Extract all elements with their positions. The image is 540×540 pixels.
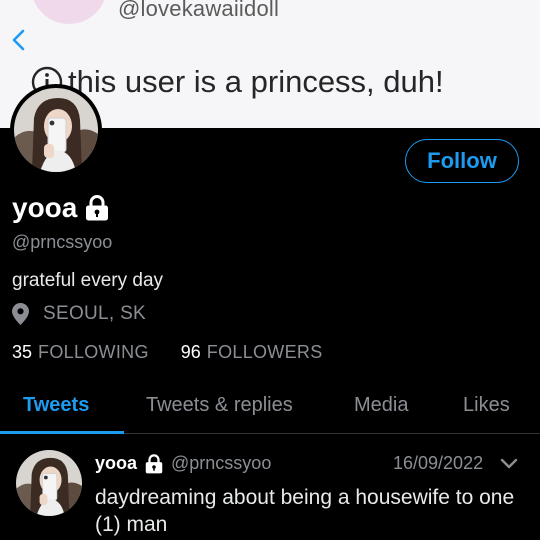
banner-bio: this user is a princess, duh! (30, 64, 444, 100)
profile-bio: grateful every day (12, 270, 164, 291)
tweet-date: 16/09/2022 (393, 453, 484, 473)
following-stat[interactable]: 35 FOLLOWING (12, 342, 149, 363)
banner-bio-text: this user is a princess, duh! (68, 64, 444, 99)
back-arrow-icon[interactable] (8, 28, 32, 52)
tweet-text: daydreaming about being a housewife to o… (95, 486, 515, 536)
following-count: 35 (12, 342, 33, 362)
active-tab-indicator (0, 431, 124, 434)
lock-icon (145, 453, 163, 473)
profile-name-row: yooa (12, 192, 109, 224)
following-label: FOLLOWING (38, 342, 149, 362)
followers-label: FOLLOWERS (206, 342, 323, 362)
location-text: SEOUL, SK (43, 303, 147, 324)
tweet-avatar-photo (16, 450, 82, 516)
avatar-photo (14, 88, 98, 172)
tweet-author-handle: @prncssyoo (171, 453, 272, 473)
banner-handle: @lovekawaiidoll (118, 0, 280, 21)
profile-stats: 35 FOLLOWING 96 FOLLOWERS (12, 342, 323, 363)
profile-name: yooa (12, 192, 78, 223)
lock-icon (86, 195, 109, 221)
banner-avatar (31, 0, 107, 24)
followers-stat[interactable]: 96 FOLLOWERS (181, 342, 323, 363)
chevron-down-icon[interactable] (499, 455, 519, 473)
tweet-avatar[interactable] (16, 450, 82, 516)
tab-likes[interactable]: Likes (463, 394, 510, 417)
location-pin-icon (12, 303, 29, 325)
tweet-author-name[interactable]: yooa (95, 453, 137, 474)
followers-count: 96 (180, 342, 201, 362)
tweet-header: yooa @prncssyoo (95, 453, 271, 474)
profile-location: SEOUL, SK (12, 303, 146, 325)
profile-avatar[interactable] (10, 84, 102, 176)
profile-handle: @prncssyoo (12, 232, 113, 252)
tab-tweets-replies[interactable]: Tweets & replies (146, 394, 293, 417)
follow-button[interactable]: Follow (405, 139, 519, 183)
profile-tabs: Tweets Tweets & replies Media Likes (0, 386, 540, 434)
tab-tweets[interactable]: Tweets (23, 394, 89, 417)
tab-media[interactable]: Media (354, 394, 408, 417)
